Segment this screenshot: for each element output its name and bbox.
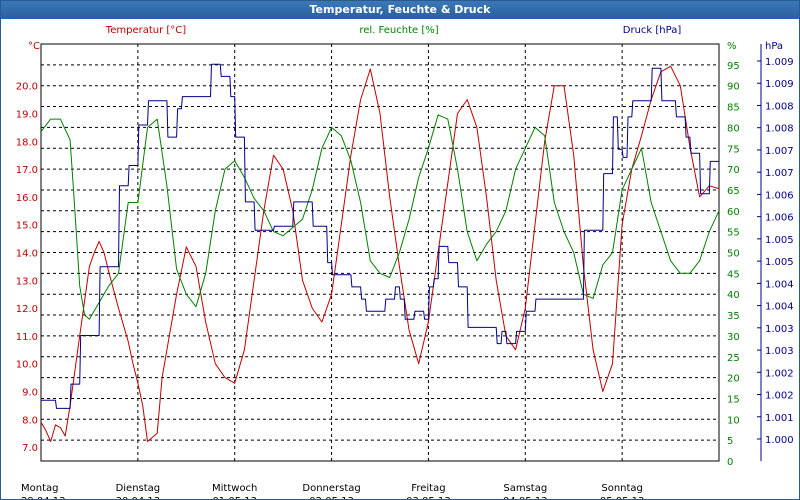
temperature-tick: 11.0 bbox=[16, 332, 38, 343]
x-tick-date: 03.05.13 bbox=[406, 496, 451, 499]
humidity-tick: 15 bbox=[727, 394, 740, 405]
temperature-tick: 14.0 bbox=[16, 249, 38, 260]
humidity-tick: 20 bbox=[727, 374, 740, 385]
pressure-tick: 1.004 bbox=[765, 302, 794, 313]
humidity-tick: 75 bbox=[727, 144, 740, 155]
humidity-tick: 80 bbox=[727, 123, 740, 134]
temperature-tick: 13.0 bbox=[16, 276, 38, 287]
pressure-tick: 1.009 bbox=[765, 79, 794, 90]
line-chart: Montag29.04.13Dienstag30.04.13Mittwoch01… bbox=[16, 25, 794, 499]
humidity-tick: 40 bbox=[727, 290, 740, 301]
humidity-tick: 50 bbox=[727, 249, 740, 260]
x-tick-date: 29.04.13 bbox=[21, 496, 66, 499]
temperature-tick: 17.0 bbox=[16, 165, 38, 176]
humidity-tick: 30 bbox=[727, 332, 740, 343]
grid bbox=[40, 43, 762, 462]
x-tick-day: Dienstag bbox=[116, 483, 161, 494]
temperature-tick: 18.0 bbox=[16, 137, 38, 148]
pressure-tick: 1.005 bbox=[765, 235, 794, 246]
humidity-tick: 10 bbox=[727, 415, 740, 426]
pressure-axis-title: Druck [hPa] bbox=[623, 25, 682, 36]
x-tick-day: Donnerstag bbox=[302, 483, 360, 494]
humidity-tick: 45 bbox=[727, 269, 740, 280]
pressure-tick: 1.003 bbox=[765, 346, 794, 357]
axis-labels: Montag29.04.13Dienstag30.04.13Mittwoch01… bbox=[16, 25, 794, 499]
humidity-axis-title: rel. Feuchte [%] bbox=[359, 25, 438, 36]
pressure-tick: 1.001 bbox=[765, 413, 794, 424]
pressure-tick: 1.008 bbox=[765, 101, 794, 112]
pressure-tick: 1.004 bbox=[765, 279, 794, 290]
x-tick-date: 30.04.13 bbox=[116, 496, 161, 499]
humidity-tick: 35 bbox=[727, 311, 740, 322]
temperature-tick: 7.0 bbox=[22, 443, 38, 454]
pressure-tick: 1.006 bbox=[765, 213, 794, 224]
x-tick-date: 02.05.13 bbox=[309, 496, 354, 499]
humidity-unit: % bbox=[727, 41, 737, 52]
pressure-tick: 1.009 bbox=[765, 57, 794, 68]
temperature-tick: 20.0 bbox=[16, 82, 38, 93]
humidity-tick: 55 bbox=[727, 228, 740, 239]
pressure-tick: 1.002 bbox=[765, 391, 794, 402]
temperature-tick: 12.0 bbox=[16, 304, 38, 315]
humidity-tick: 90 bbox=[727, 82, 740, 93]
pressure-tick: 1.006 bbox=[765, 190, 794, 201]
humidity-tick: 70 bbox=[727, 165, 740, 176]
x-tick-day: Montag bbox=[21, 483, 58, 494]
humidity-tick: 5 bbox=[727, 436, 733, 447]
humidity-tick: 0 bbox=[727, 457, 733, 468]
x-tick-day: Mittwoch bbox=[212, 483, 257, 494]
x-tick-date: 01.05.13 bbox=[212, 496, 257, 499]
temperature-tick: 9.0 bbox=[22, 388, 38, 399]
temperature-tick: 15.0 bbox=[16, 221, 38, 232]
humidity-tick: 85 bbox=[727, 103, 740, 114]
temperature-tick: 19.0 bbox=[16, 110, 38, 121]
pressure-tick: 1.007 bbox=[765, 146, 794, 157]
x-tick-day: Samstag bbox=[503, 483, 547, 494]
pressure-unit: hPa bbox=[765, 41, 783, 52]
x-tick-day: Sonntag bbox=[601, 483, 643, 494]
x-tick-day: Freitag bbox=[411, 483, 445, 494]
pressure-tick: 1.007 bbox=[765, 168, 794, 179]
humidity-tick: 60 bbox=[727, 207, 740, 218]
humidity-tick: 25 bbox=[727, 353, 740, 364]
temperature-tick: 10.0 bbox=[16, 360, 38, 371]
pressure-tick: 1.000 bbox=[765, 435, 794, 446]
window-title: Temperatur, Feuchte & Druck bbox=[1, 1, 799, 19]
temperature-tick: 8.0 bbox=[22, 415, 38, 426]
x-tick-date: 05.05.13 bbox=[600, 496, 645, 499]
pressure-tick: 1.005 bbox=[765, 257, 794, 268]
x-tick-date: 04.05.13 bbox=[503, 496, 548, 499]
humidity-tick: 95 bbox=[727, 61, 740, 72]
humidity-tick: 65 bbox=[727, 186, 740, 197]
pressure-tick: 1.003 bbox=[765, 324, 794, 335]
chart-window: Temperatur, Feuchte & Druck Montag 29.04.… bbox=[0, 0, 800, 500]
temperature-axis-title: Temperatur [°C] bbox=[105, 25, 186, 36]
pressure-tick: 1.008 bbox=[765, 124, 794, 135]
temperature-tick: 16.0 bbox=[16, 193, 38, 204]
pressure-tick: 1.002 bbox=[765, 368, 794, 379]
temperature-unit: °C bbox=[28, 41, 40, 52]
